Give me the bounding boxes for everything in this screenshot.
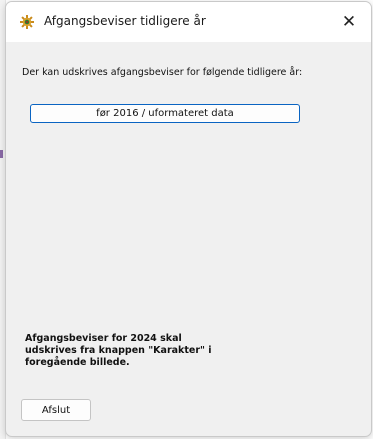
exit-button[interactable]: Afslut: [21, 399, 91, 421]
certificate-year-button[interactable]: før 2016 / uformateret data: [30, 104, 300, 123]
title-bar: Afgangsbeviser tidligere år ✕: [6, 2, 371, 42]
dialog-window: Afgangsbeviser tidligere år ✕ Der kan ud…: [5, 1, 372, 437]
window-title: Afgangsbeviser tidligere år: [44, 14, 206, 28]
background-marker: [0, 150, 3, 158]
app-logo-icon: [20, 15, 34, 29]
note-text: Afgangsbeviser for 2024 skal udskrives f…: [25, 333, 212, 368]
info-text: Der kan udskrives afgangsbeviser for føl…: [22, 67, 303, 78]
close-icon[interactable]: ✕: [327, 2, 371, 42]
